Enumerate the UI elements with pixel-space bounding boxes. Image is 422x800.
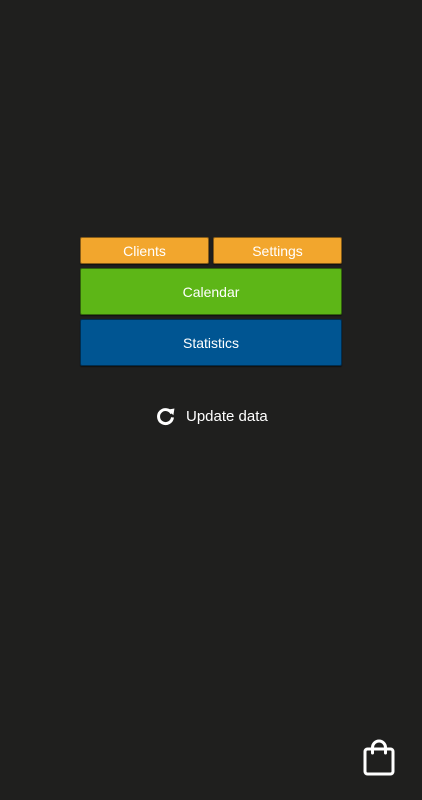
top-button-row: Clients Settings (80, 237, 342, 264)
update-data-button[interactable]: Update data (155, 403, 268, 429)
calendar-button[interactable]: Calendar (80, 268, 342, 315)
update-data-label: Update data (186, 407, 268, 425)
settings-button[interactable]: Settings (213, 237, 342, 264)
store-button[interactable] (361, 739, 397, 777)
clients-button[interactable]: Clients (80, 237, 209, 264)
statistics-button[interactable]: Statistics (80, 319, 342, 366)
refresh-icon (155, 406, 176, 427)
main-screen: Clients Settings Calendar Statistics Upd… (0, 0, 422, 800)
shopping-bag-icon (361, 739, 397, 781)
main-menu: Clients Settings Calendar Statistics (80, 237, 342, 366)
